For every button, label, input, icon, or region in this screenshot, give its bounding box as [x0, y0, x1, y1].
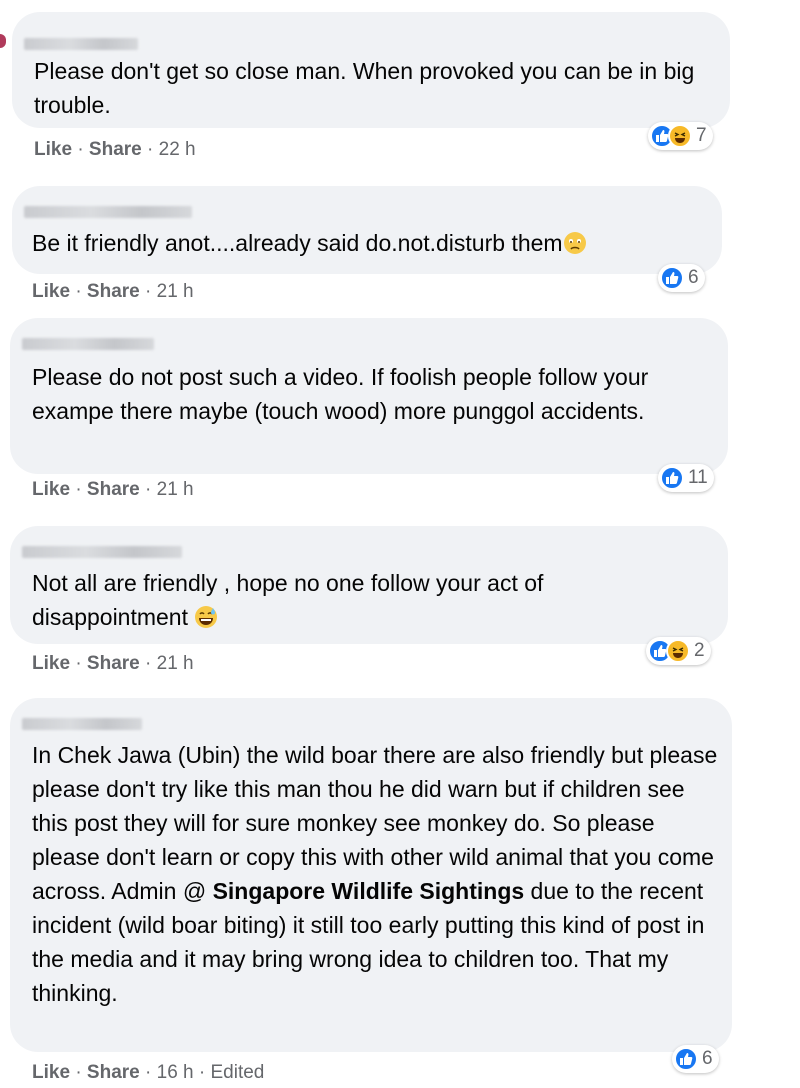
- reaction-count: 6: [702, 1048, 713, 1069]
- avatar-edge: [0, 34, 6, 48]
- like-button[interactable]: Like: [32, 479, 70, 500]
- reaction-count: 11: [688, 467, 708, 488]
- comment-bubble: Not all are friendly , hope no one follo…: [10, 526, 728, 644]
- timestamp[interactable]: 21 h: [157, 479, 194, 500]
- commenter-name-redacted[interactable]: [22, 718, 142, 730]
- like-button[interactable]: Like: [32, 281, 70, 302]
- comment-actions: Like · Share · 21 h: [32, 281, 194, 303]
- comment-actions: Like · Share · 21 h: [32, 479, 194, 501]
- timestamp[interactable]: 16 h: [157, 1062, 194, 1083]
- reaction-summary[interactable]: 6: [672, 1045, 719, 1073]
- timestamp[interactable]: 21 h: [157, 281, 194, 302]
- share-button[interactable]: Share: [87, 281, 140, 302]
- mention-link[interactable]: Singapore Wildlife Sightings: [213, 878, 525, 904]
- commenter-name-redacted[interactable]: [22, 546, 182, 558]
- commenter-name-redacted[interactable]: [24, 38, 138, 50]
- comment-bubble: Please don't get so close man. When prov…: [12, 12, 730, 128]
- comment-actions: Like · Share · 22 h: [34, 139, 196, 161]
- separator: ·: [75, 281, 82, 302]
- comment-text: Be it friendly anot....already said do.n…: [32, 226, 712, 260]
- separator: ·: [147, 139, 154, 160]
- reaction-summary[interactable]: 11: [658, 464, 714, 492]
- reaction-count: 7: [696, 125, 707, 146]
- like-icon: [660, 266, 684, 290]
- separator: ·: [145, 653, 152, 674]
- separator: ·: [77, 139, 84, 160]
- separator: ·: [145, 281, 152, 302]
- separator: ·: [75, 479, 82, 500]
- share-button[interactable]: Share: [87, 653, 140, 674]
- comment-text: Please don't get so close man. When prov…: [34, 58, 695, 118]
- reaction-summary[interactable]: 6: [658, 264, 705, 292]
- like-button[interactable]: Like: [32, 653, 70, 674]
- reaction-summary[interactable]: 7: [648, 122, 713, 150]
- commenter-name-redacted[interactable]: [24, 206, 192, 218]
- like-button[interactable]: Like: [32, 1062, 70, 1083]
- like-icon: [660, 466, 684, 490]
- comment-bubble: Be it friendly anot....already said do.n…: [12, 186, 722, 274]
- separator: ·: [145, 479, 152, 500]
- separator: ·: [198, 1062, 206, 1083]
- comment-actions: Like · Share · 16 h · Edited: [32, 1062, 264, 1084]
- comment-text: Not all are friendly , hope no one follo…: [32, 570, 544, 630]
- haha-icon: [666, 639, 690, 663]
- share-button[interactable]: Share: [87, 479, 140, 500]
- reaction-count: 6: [688, 267, 699, 288]
- comment-actions: Like · Share · 21 h: [32, 653, 194, 675]
- reaction-count: 2: [694, 640, 705, 661]
- timestamp[interactable]: 21 h: [157, 653, 194, 674]
- haha-icon: [668, 124, 692, 148]
- separator: ·: [75, 1062, 82, 1083]
- sad-face-emoji: [563, 232, 586, 254]
- edited-label[interactable]: Edited: [211, 1062, 265, 1083]
- comment-text: Please do not post such a video. If fool…: [32, 364, 649, 424]
- timestamp[interactable]: 22 h: [159, 139, 196, 160]
- comment-text: In Chek Jawa (Ubin) the wild boar there …: [32, 742, 718, 1006]
- reaction-summary[interactable]: 2: [646, 637, 711, 665]
- share-button[interactable]: Share: [89, 139, 142, 160]
- separator: ·: [145, 1062, 152, 1083]
- comment-bubble: In Chek Jawa (Ubin) the wild boar there …: [10, 698, 732, 1052]
- separator: ·: [75, 653, 82, 674]
- grinning-sweat-emoji: [195, 606, 218, 628]
- commenter-name-redacted[interactable]: [22, 338, 154, 350]
- like-icon: [674, 1047, 698, 1071]
- like-button[interactable]: Like: [34, 139, 72, 160]
- share-button[interactable]: Share: [87, 1062, 140, 1083]
- comment-bubble: Please do not post such a video. If fool…: [10, 318, 728, 474]
